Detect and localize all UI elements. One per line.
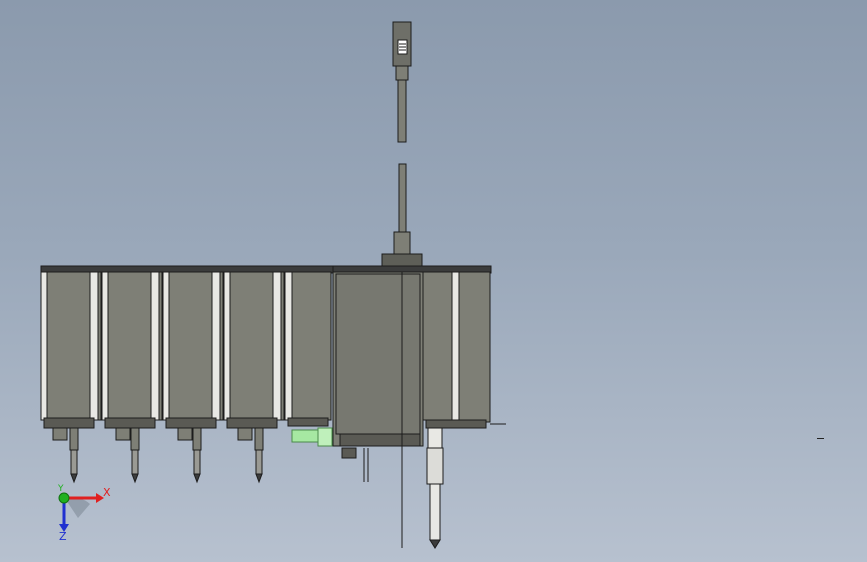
module-pin-connectors[interactable] (52, 427, 264, 484)
cad-graphics-viewport[interactable]: X Y Z (0, 0, 867, 562)
module-1[interactable] (40, 271, 102, 429)
cable-segment-lower[interactable] (398, 163, 407, 233)
main-unit[interactable] (332, 265, 492, 482)
x-axis-label: X (103, 486, 111, 499)
side-module-2[interactable] (458, 271, 491, 423)
stray-dash-mark (817, 438, 824, 439)
pin-connector-4[interactable] (237, 427, 264, 484)
module-3[interactable] (162, 271, 224, 429)
module-4[interactable] (223, 271, 285, 429)
bottom-right-plug[interactable] (426, 427, 444, 549)
module-5[interactable] (284, 271, 332, 427)
module-bank-left[interactable] (40, 271, 332, 429)
triad-shadow (66, 498, 90, 518)
cable-segment-upper[interactable] (397, 79, 407, 143)
y-axis-origin-icon (58, 492, 70, 504)
pin-connector-1[interactable] (52, 427, 79, 484)
module-2[interactable] (101, 271, 163, 429)
highlighted-terminal-part[interactable] (291, 427, 333, 447)
pin-connector-3[interactable] (177, 427, 202, 484)
y-axis-label: Y (58, 484, 64, 494)
pin-connector-2[interactable] (115, 427, 140, 484)
cable-gland[interactable] (393, 231, 411, 255)
z-axis-label: Z (59, 530, 67, 543)
connector-neck (395, 65, 409, 81)
assembly-model[interactable] (0, 0, 867, 562)
top-cable-connector[interactable] (381, 21, 423, 269)
